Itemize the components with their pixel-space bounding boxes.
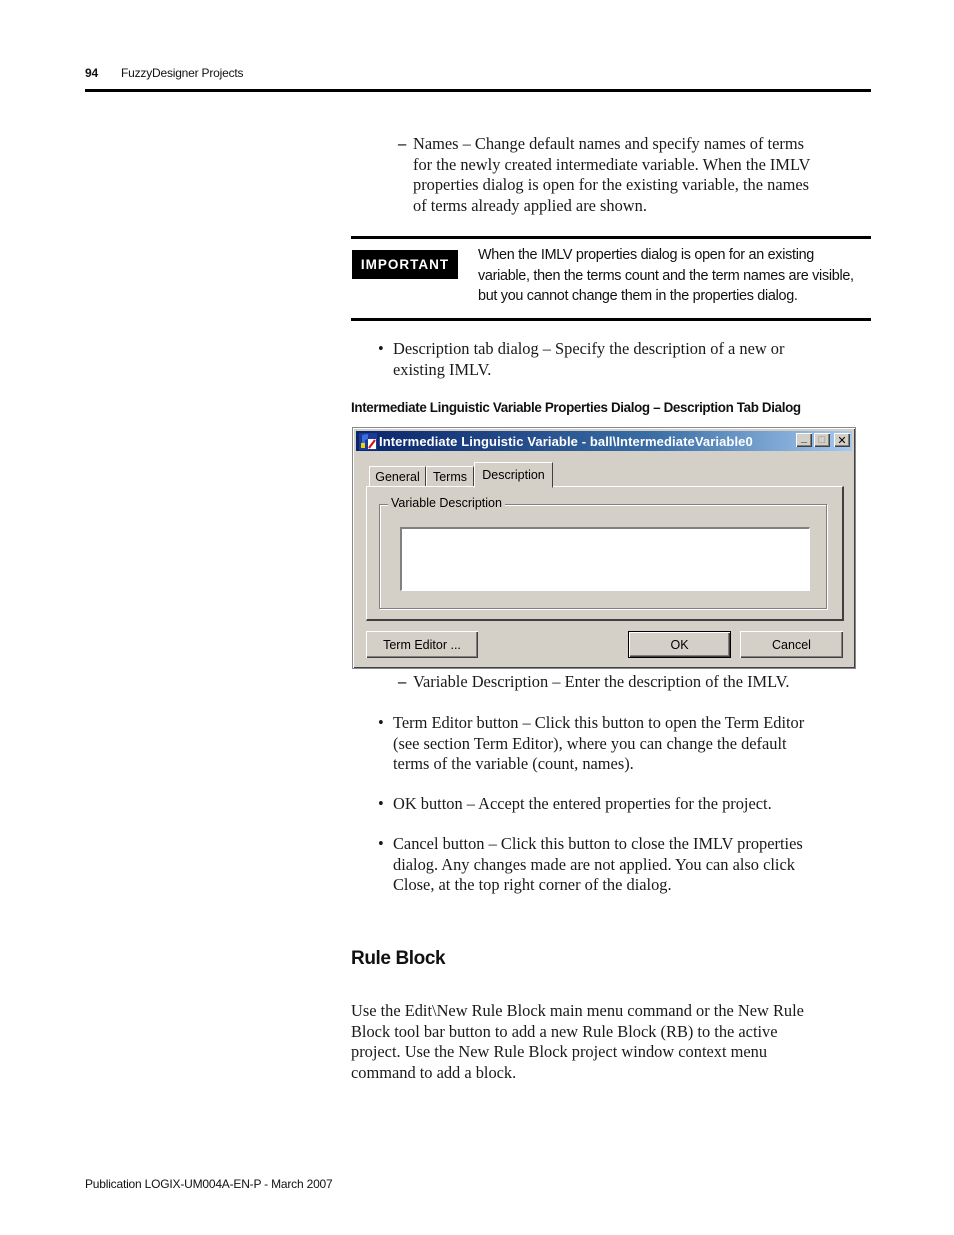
dialog-titlebar[interactable]: Intermediate Linguistic Variable - ball\… xyxy=(356,431,852,451)
group-label: Variable Description xyxy=(388,496,505,510)
variable-description-group: Variable Description xyxy=(379,496,827,609)
dash-marker: – xyxy=(398,134,407,153)
ok-bullet-text: OK button – Accept the entered propertie… xyxy=(393,794,772,813)
cancel-button[interactable]: Cancel xyxy=(740,631,843,658)
text-line: Term Editor button – Click this button t… xyxy=(393,713,805,732)
text-line: (see section Term Editor), where you can… xyxy=(393,733,787,753)
bullet-marker: • xyxy=(378,339,384,358)
text-line: properties dialog is open for the existi… xyxy=(413,175,809,194)
text-line: command to add a block. xyxy=(351,1062,517,1082)
text-line: Use the Edit\New Rule Block main menu co… xyxy=(351,1001,804,1020)
text-line: Description tab dialog – Specify the des… xyxy=(393,339,785,358)
tab-terms[interactable]: Terms xyxy=(426,466,474,487)
text-line: Block tool bar button to add a new Rule … xyxy=(351,1021,778,1041)
bullet-marker: • xyxy=(378,794,384,813)
important-badge: IMPORTANT xyxy=(352,250,458,279)
minimize-icon: _ xyxy=(800,432,808,444)
text-line: for the newly created intermediate varia… xyxy=(413,154,811,174)
description-tab-panel: Variable Description xyxy=(366,486,844,621)
close-icon: ✕ xyxy=(837,434,847,447)
cancel-bullet-text: Cancel button – Click this button to clo… xyxy=(393,834,873,896)
figure-caption: Intermediate Linguistic Variable Propert… xyxy=(351,400,801,415)
rule-block-paragraph: Use the Edit\New Rule Block main menu co… xyxy=(351,1001,881,1083)
bullet-marker: • xyxy=(378,834,384,853)
ok-button[interactable]: OK xyxy=(628,631,731,658)
close-button[interactable]: ✕ xyxy=(834,433,850,447)
names-item-text: Names – Change default names and specify… xyxy=(413,134,883,216)
text-line: Names – Change default names and specify… xyxy=(413,134,804,153)
text-line: existing IMLV. xyxy=(393,359,492,379)
text-line: dialog. Any changes made are not applied… xyxy=(393,854,795,874)
maximize-icon: □ xyxy=(818,434,826,446)
dialog-title: Intermediate Linguistic Variable - ball\… xyxy=(379,433,753,449)
text-line: terms of the variable (count, names). xyxy=(393,754,634,773)
tab-description[interactable]: Description xyxy=(474,462,553,488)
description-bullet-text: Description tab dialog – Specify the des… xyxy=(393,339,873,380)
fuzzy-designer-app-icon xyxy=(359,432,377,450)
page-number: 94 xyxy=(85,66,98,80)
running-header-title: FuzzyDesigner Projects xyxy=(121,66,244,80)
variable-description-item-text: Variable Description – Enter the descrip… xyxy=(413,672,790,691)
text-line: variable, then the terms count and the t… xyxy=(478,267,854,284)
header-rule xyxy=(85,89,871,92)
term-editor-bullet-text: Term Editor button – Click this button t… xyxy=(393,713,873,775)
text-line: of terms already applied are shown. xyxy=(413,195,647,215)
variable-description-input[interactable] xyxy=(400,527,810,591)
important-note: When the IMLV properties dialog is open … xyxy=(478,245,873,307)
imlv-properties-dialog: Intermediate Linguistic Variable - ball\… xyxy=(352,427,856,669)
text-line: project. Use the New Rule Block project … xyxy=(351,1042,768,1061)
bullet-marker: • xyxy=(378,713,384,732)
maximize-button[interactable]: □ xyxy=(814,433,830,447)
tab-general[interactable]: General xyxy=(369,466,426,487)
important-top-rule xyxy=(351,236,871,239)
text-line: Cancel button – Click this button to clo… xyxy=(393,834,803,853)
important-bottom-rule xyxy=(351,318,871,321)
text-line: but you cannot change them in the proper… xyxy=(478,288,798,304)
publication-footer: Publication LOGIX-UM004A-EN-P - March 20… xyxy=(85,1177,333,1191)
text-line: Close, at the top right corner of the di… xyxy=(393,875,672,894)
section-heading: Rule Block xyxy=(351,948,446,969)
dash-marker: – xyxy=(398,672,407,691)
term-editor-button[interactable]: Term Editor ... xyxy=(366,631,478,658)
minimize-button[interactable]: _ xyxy=(796,432,812,447)
text-line: When the IMLV properties dialog is open … xyxy=(478,247,815,263)
